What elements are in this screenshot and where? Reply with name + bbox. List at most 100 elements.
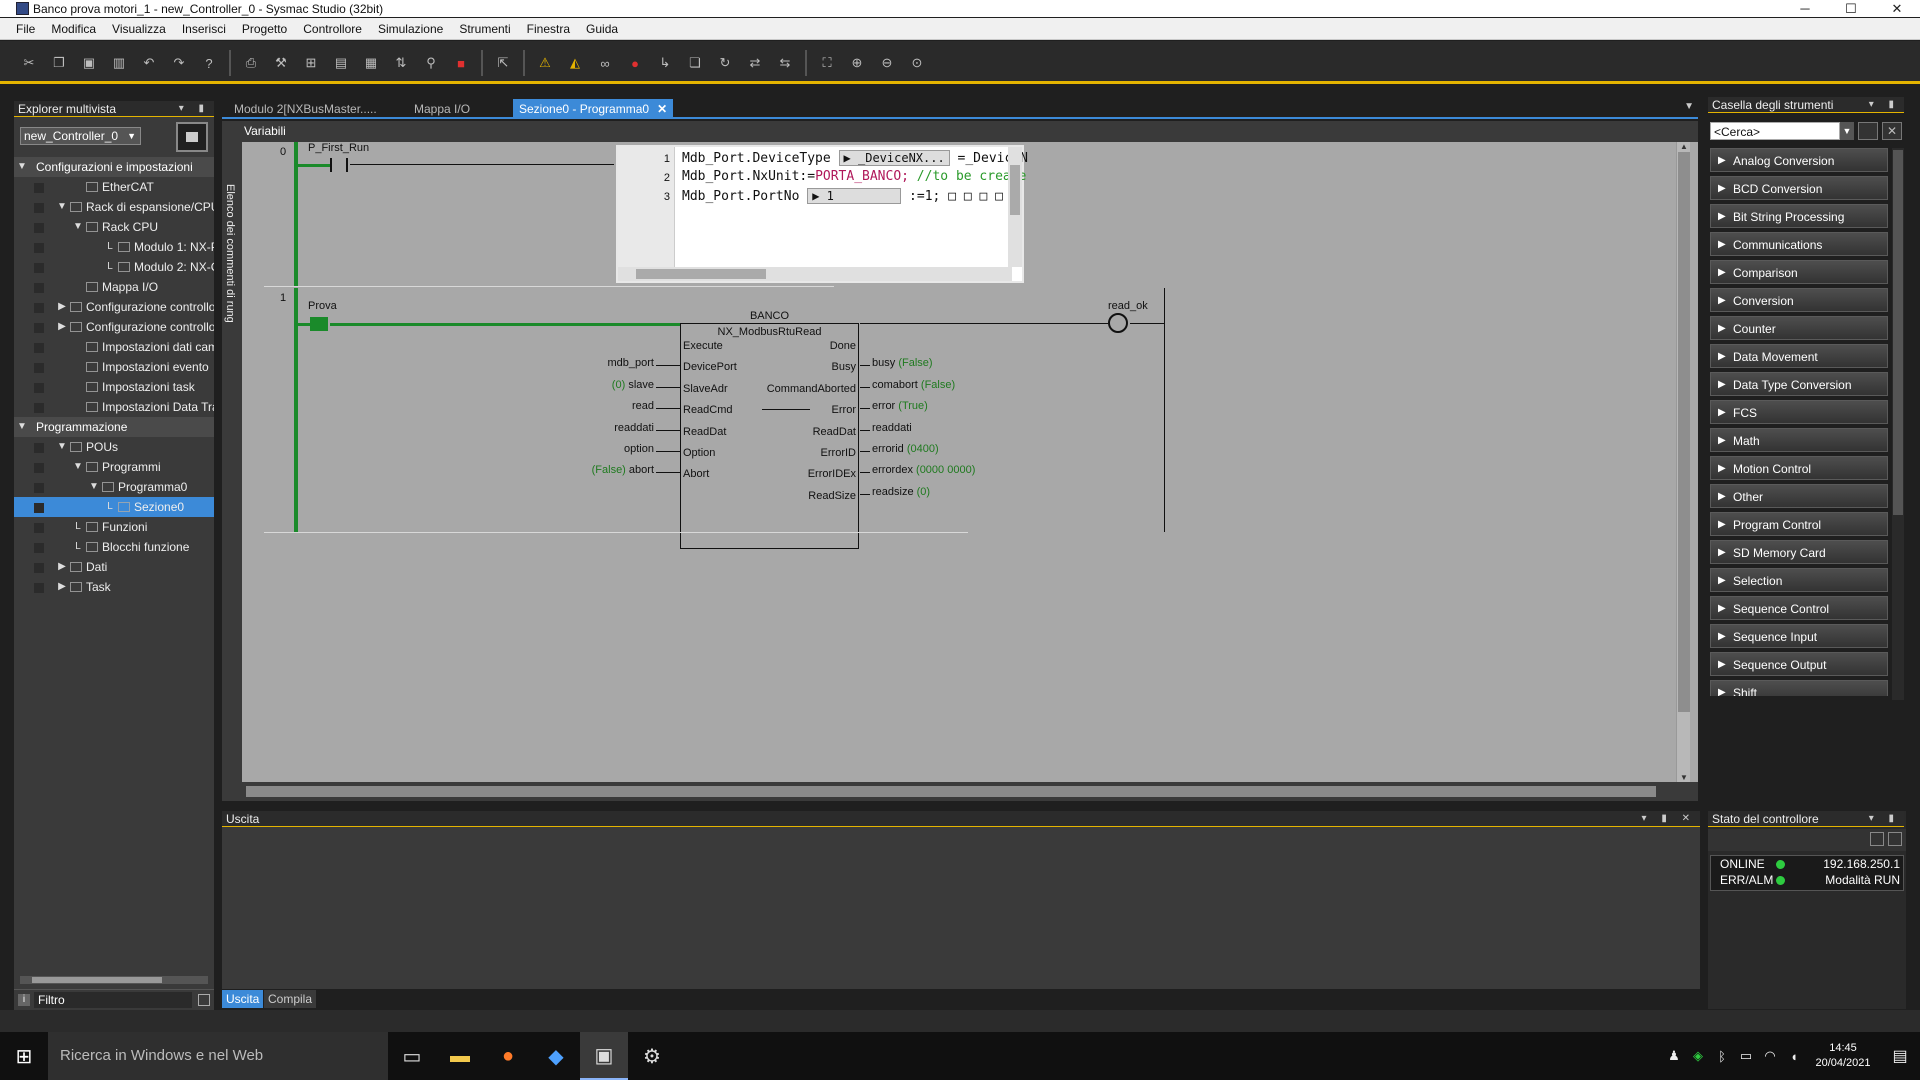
fb-output-variable[interactable]: error (True) <box>872 400 928 412</box>
toolbox-vscroll[interactable] <box>1892 148 1904 700</box>
menu-progetto[interactable]: Progetto <box>234 22 295 36</box>
close-status-icon[interactable] <box>1888 832 1902 846</box>
toolbox-category[interactable]: ▶ Conversion <box>1710 288 1888 312</box>
bluetooth-icon[interactable]: ᛒ <box>1710 1049 1734 1064</box>
fb-output-variable[interactable]: readsize (0) <box>872 486 930 498</box>
tree-item[interactable]: ▼ Programmi <box>14 457 214 477</box>
transfer-icon[interactable]: ⇄ <box>744 52 766 74</box>
tree-item-checkbox[interactable] <box>34 303 44 313</box>
toolbox-category[interactable]: ▶ BCD Conversion <box>1710 176 1888 200</box>
explorer-hscroll[interactable] <box>20 976 208 984</box>
tabs-dropdown-icon[interactable]: ▼ <box>1684 101 1694 112</box>
volume-icon[interactable]: ◖ <box>1782 1049 1806 1064</box>
paste-icon[interactable]: ▣ <box>78 52 100 74</box>
fb-input-variable[interactable]: option <box>624 443 654 455</box>
windows-icon[interactable]: ❏ <box>684 52 706 74</box>
set-icon[interactable]: ◭ <box>564 52 586 74</box>
toolbox-category[interactable]: ▶ Shift <box>1710 680 1888 696</box>
tree-item[interactable]: Impostazioni evento <box>14 357 214 377</box>
st-hscroll-thumb[interactable] <box>636 269 766 279</box>
expand-arrow-icon[interactable]: ▼ <box>56 197 68 217</box>
tree-item[interactable]: Mappa I/O <box>14 277 214 297</box>
network-icon[interactable]: ⊞ <box>300 52 322 74</box>
tree-item[interactable]: ▼ Rack di espansione/CPU <box>14 197 214 217</box>
tree-item[interactable]: ▶ Configurazione controllo <box>14 297 214 317</box>
tree-item-checkbox[interactable] <box>34 463 44 473</box>
ladder-canvas[interactable]: 0 P_First_Run 1 2 3 Mdb_Port.DeviceType … <box>242 142 1668 782</box>
fb-input-variable[interactable]: (0) slave <box>612 379 654 391</box>
taskbar-clock[interactable]: 14:45 20/04/2021 <box>1806 1041 1880 1071</box>
tree-item[interactable]: Impostazioni task <box>14 377 214 397</box>
tree-item-checkbox[interactable] <box>34 583 44 593</box>
menu-simulazione[interactable]: Simulazione <box>370 22 451 36</box>
toolbox-header-icons[interactable]: ▾ ▮ <box>1869 99 1904 110</box>
contact-p-first-run[interactable] <box>330 158 348 172</box>
tree-item-checkbox[interactable] <box>34 243 44 253</box>
record-icon[interactable]: ● <box>624 52 646 74</box>
zoom-out-icon[interactable]: ⊖ <box>876 52 898 74</box>
toolbox-category[interactable]: ▶ Math <box>1710 428 1888 452</box>
refresh-icon[interactable]: ↻ <box>714 52 736 74</box>
toolbox-category[interactable]: ▶ Counter <box>1710 316 1888 340</box>
fb-input-variable[interactable]: readdati <box>614 422 654 434</box>
expand-arrow-icon[interactable]: ▼ <box>88 477 100 497</box>
scroll-down-icon[interactable]: ▼ <box>1677 773 1691 782</box>
minimize-button[interactable]: ─ <box>1782 1 1828 16</box>
st-value-chip[interactable]: ▶ 1 <box>807 188 902 204</box>
fb-output-variable[interactable]: errordex (0000 0000) <box>872 464 975 476</box>
search-options-icon[interactable] <box>1858 122 1878 140</box>
menu-guida[interactable]: Guida <box>578 22 626 36</box>
st-vscroll[interactable] <box>1008 147 1022 267</box>
toolbox-search-input[interactable]: <Cerca> <box>1710 122 1840 140</box>
tree-item-checkbox[interactable] <box>34 183 44 193</box>
tree-item[interactable]: Impostazioni Data Trace <box>14 397 214 417</box>
battery-icon[interactable]: ▭ <box>1734 1048 1758 1064</box>
popout-icon[interactable] <box>1870 832 1884 846</box>
firefox-icon[interactable]: ● <box>484 1032 532 1080</box>
st-line[interactable]: Mdb_Port.DeviceType ▶ _DeviceNX... =_Dev… <box>682 150 1028 166</box>
expand-arrow-icon[interactable]: ▼ <box>72 217 84 237</box>
table-icon[interactable]: ▦ <box>360 52 382 74</box>
toolbox-category[interactable]: ▶ Program Control <box>1710 512 1888 536</box>
expand-arrow-icon[interactable]: ▼ <box>16 157 28 177</box>
tree-item[interactable]: ▼ Rack CPU <box>14 217 214 237</box>
tab-uscita[interactable]: Uscita <box>222 990 264 1008</box>
tree-item-checkbox[interactable] <box>34 343 44 353</box>
contact-prova[interactable] <box>310 317 328 331</box>
menu-controllore[interactable]: Controllore <box>295 22 370 36</box>
fb-output-variable[interactable]: errorid (0400) <box>872 443 939 455</box>
tab-sezione0[interactable]: Sezione0 - Programma0 ✕ <box>513 99 674 119</box>
st-hscroll[interactable] <box>618 267 1012 281</box>
help-icon[interactable]: ? <box>198 52 220 74</box>
tab-compila[interactable]: Compila <box>264 990 317 1008</box>
print-icon[interactable]: ⎙ <box>240 52 262 74</box>
collapse-arrow-icon[interactable]: ▶ <box>56 557 68 577</box>
menu-modifica[interactable]: Modifica <box>43 22 104 36</box>
collapse-arrow-icon[interactable]: ▶ <box>56 317 68 337</box>
chevron-down-icon[interactable]: ▼ <box>1840 122 1854 140</box>
stop-icon[interactable]: ■ <box>450 52 472 74</box>
tree-item-checkbox[interactable] <box>34 203 44 213</box>
menu-inserisci[interactable]: Inserisci <box>174 22 234 36</box>
notification-icon[interactable]: ▤ <box>1880 1046 1920 1066</box>
tree-item-checkbox[interactable] <box>34 323 44 333</box>
expand-arrow-icon[interactable]: ▼ <box>56 437 68 457</box>
st-inline-block[interactable]: 1 2 3 Mdb_Port.DeviceType ▶ _DeviceNX...… <box>616 145 1028 283</box>
tree-item-checkbox[interactable] <box>34 563 44 573</box>
collapse-arrow-icon[interactable]: ▶ <box>56 297 68 317</box>
toolbox-vscroll-thumb[interactable] <box>1893 150 1903 515</box>
toolbox-category[interactable]: ▶ Sequence Output <box>1710 652 1888 676</box>
tree-item[interactable]: L Blocchi funzione <box>14 537 214 557</box>
toolbox-category[interactable]: ▶ Selection <box>1710 568 1888 592</box>
fb-output-variable[interactable]: readdati <box>872 422 912 434</box>
tree-item[interactable]: ▼ Programmazione <box>14 417 214 437</box>
tree-item[interactable]: ▶ Dati <box>14 557 214 577</box>
controller-select[interactable]: new_Controller_0 ▼ <box>20 127 141 145</box>
editor-vscroll[interactable]: ▲ ▼ <box>1676 142 1690 782</box>
tree-item[interactable]: L Funzioni <box>14 517 214 537</box>
tree-item[interactable]: L Modulo 1: NX-PF <box>14 237 214 257</box>
windows-start-icon[interactable]: ⊞ <box>0 1032 48 1080</box>
st-line[interactable]: Mdb_Port.NxUnit:=PORTA_BANCO; //to be cr… <box>682 169 1026 184</box>
step-icon[interactable]: ↳ <box>654 52 676 74</box>
cut-icon[interactable]: ✂ <box>18 52 40 74</box>
